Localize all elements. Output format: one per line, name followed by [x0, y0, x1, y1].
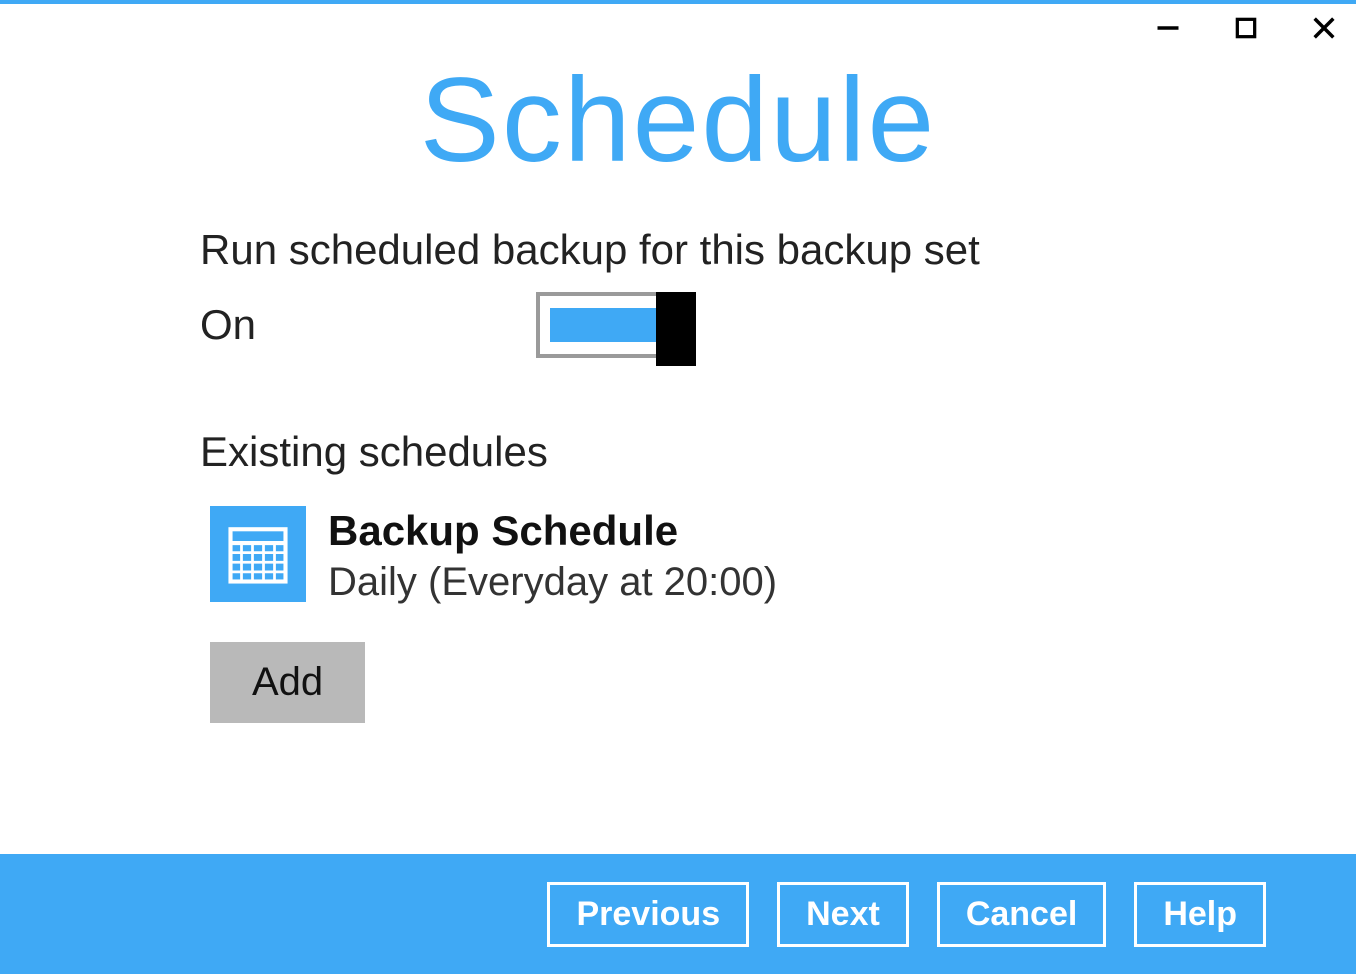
- existing-schedules-label: Existing schedules: [200, 428, 1216, 476]
- content-area: Schedule Run scheduled backup for this b…: [0, 44, 1356, 854]
- next-button[interactable]: Next: [777, 882, 909, 947]
- footer-bar: Previous Next Cancel Help: [0, 854, 1356, 974]
- minimize-icon: [1154, 14, 1182, 42]
- schedule-item[interactable]: Backup Schedule Daily (Everyday at 20:00…: [210, 506, 1216, 608]
- window: Schedule Run scheduled backup for this b…: [0, 0, 1356, 974]
- maximize-icon: [1233, 15, 1259, 41]
- schedule-item-name: Backup Schedule: [328, 506, 777, 556]
- toggle-state-label: On: [200, 301, 256, 349]
- previous-button[interactable]: Previous: [547, 882, 749, 947]
- close-button[interactable]: [1310, 14, 1338, 42]
- schedule-section: Run scheduled backup for this backup set…: [200, 226, 1216, 723]
- schedule-item-text: Backup Schedule Daily (Everyday at 20:00…: [328, 506, 777, 608]
- toggle-fill: [550, 308, 660, 342]
- schedule-item-description: Daily (Everyday at 20:00): [328, 556, 777, 608]
- page-title: Schedule: [60, 54, 1296, 186]
- run-scheduled-label: Run scheduled backup for this backup set: [200, 226, 1216, 274]
- titlebar: [0, 4, 1356, 44]
- toggle-row: On: [200, 292, 1216, 358]
- cancel-button[interactable]: Cancel: [937, 882, 1107, 947]
- add-button[interactable]: Add: [210, 642, 365, 723]
- minimize-button[interactable]: [1154, 14, 1182, 42]
- calendar-icon: [210, 506, 306, 602]
- close-icon: [1310, 14, 1338, 42]
- schedule-toggle[interactable]: [536, 292, 696, 358]
- toggle-handle: [656, 292, 696, 366]
- help-button[interactable]: Help: [1134, 882, 1266, 947]
- maximize-button[interactable]: [1232, 14, 1260, 42]
